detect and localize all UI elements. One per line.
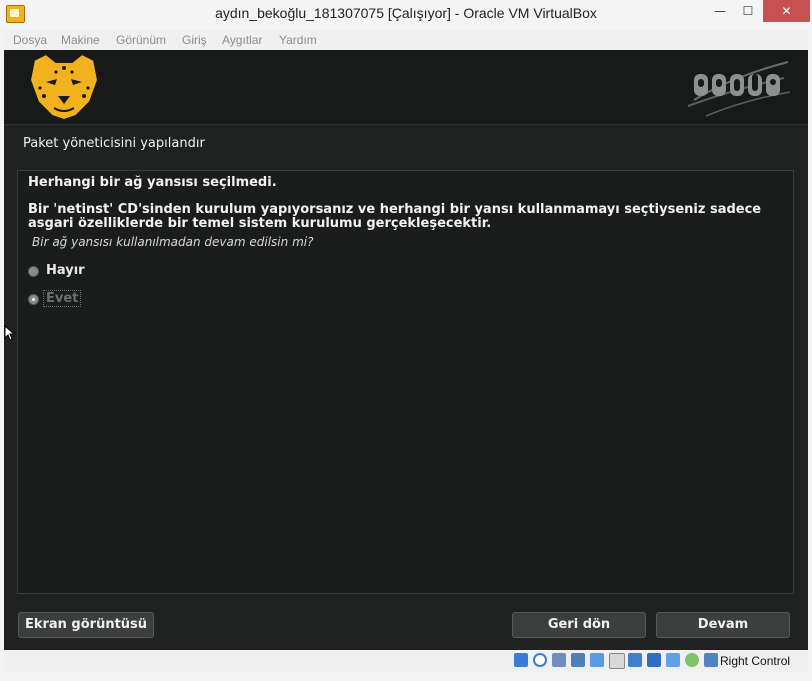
menu-giris[interactable]: Giriş xyxy=(182,33,207,47)
pardus-cheetah-logo xyxy=(28,52,100,122)
content-panel: Herhangi bir ağ yansısı seçilmedi. Bir '… xyxy=(17,170,794,594)
radio-label-evet[interactable]: Evet xyxy=(43,290,82,307)
minimize-button[interactable]: — xyxy=(707,0,733,22)
host-key-label: Right Control xyxy=(720,654,791,668)
window-title: aydın_bekoğlu_181307075 [Çalışıyor] - Or… xyxy=(215,5,597,21)
screenshot-button[interactable]: Ekran görüntüsü xyxy=(18,612,154,638)
installer-banner xyxy=(4,50,808,125)
step-title: Paket yöneticisini yapılandır xyxy=(23,136,205,151)
video-capture-icon[interactable] xyxy=(647,653,661,667)
question-label: Bir ağ yansısı kullanılmadan devam edils… xyxy=(32,235,314,249)
maximize-button[interactable]: ☐ xyxy=(735,0,761,22)
usb-icon[interactable] xyxy=(590,653,604,667)
network-icon[interactable] xyxy=(571,653,585,667)
mouse-integration-icon[interactable] xyxy=(685,653,699,667)
radio-label-hayir[interactable]: Hayır xyxy=(46,263,85,278)
optical-drive-icon[interactable] xyxy=(533,653,547,667)
audio-icon[interactable] xyxy=(552,653,566,667)
warning-message: Herhangi bir ağ yansısı seçilmedi. xyxy=(28,175,277,190)
status-bar: Right Control xyxy=(4,650,808,672)
menu-bar: Dosya Makine Görünüm Giriş Aygıtlar Yard… xyxy=(4,30,808,50)
shared-folders-icon[interactable] xyxy=(609,653,625,669)
hard-disk-icon[interactable] xyxy=(514,653,528,667)
virtualization-icon[interactable] xyxy=(666,653,680,667)
menu-dosya[interactable]: Dosya xyxy=(13,33,47,47)
keyboard-capture-icon[interactable] xyxy=(704,653,718,667)
menu-gorunum[interactable]: Görünüm xyxy=(116,33,166,47)
vm-screen[interactable]: Paket yöneticisini yapılandır Herhangi b… xyxy=(4,50,808,650)
mouse-cursor-icon xyxy=(4,325,14,341)
menu-makine[interactable]: Makine xyxy=(61,33,100,47)
display-icon[interactable] xyxy=(628,653,642,667)
radio-button-icon[interactable] xyxy=(28,266,39,277)
back-button[interactable]: Geri dön xyxy=(512,612,646,638)
radio-button-selected-icon[interactable] xyxy=(28,294,39,305)
window-titlebar[interactable]: aydın_bekoğlu_181307075 [Çalışıyor] - Or… xyxy=(0,0,812,30)
close-button[interactable]: ✕ xyxy=(763,0,810,22)
menu-aygitlar[interactable]: Aygıtlar xyxy=(222,33,262,47)
pardus-wordmark-logo xyxy=(687,61,791,117)
continue-button[interactable]: Devam xyxy=(656,612,790,638)
menu-yardim[interactable]: Yardım xyxy=(279,33,317,47)
info-paragraph: Bir 'netinst' CD'sinden kurulum yapıyors… xyxy=(28,202,762,231)
